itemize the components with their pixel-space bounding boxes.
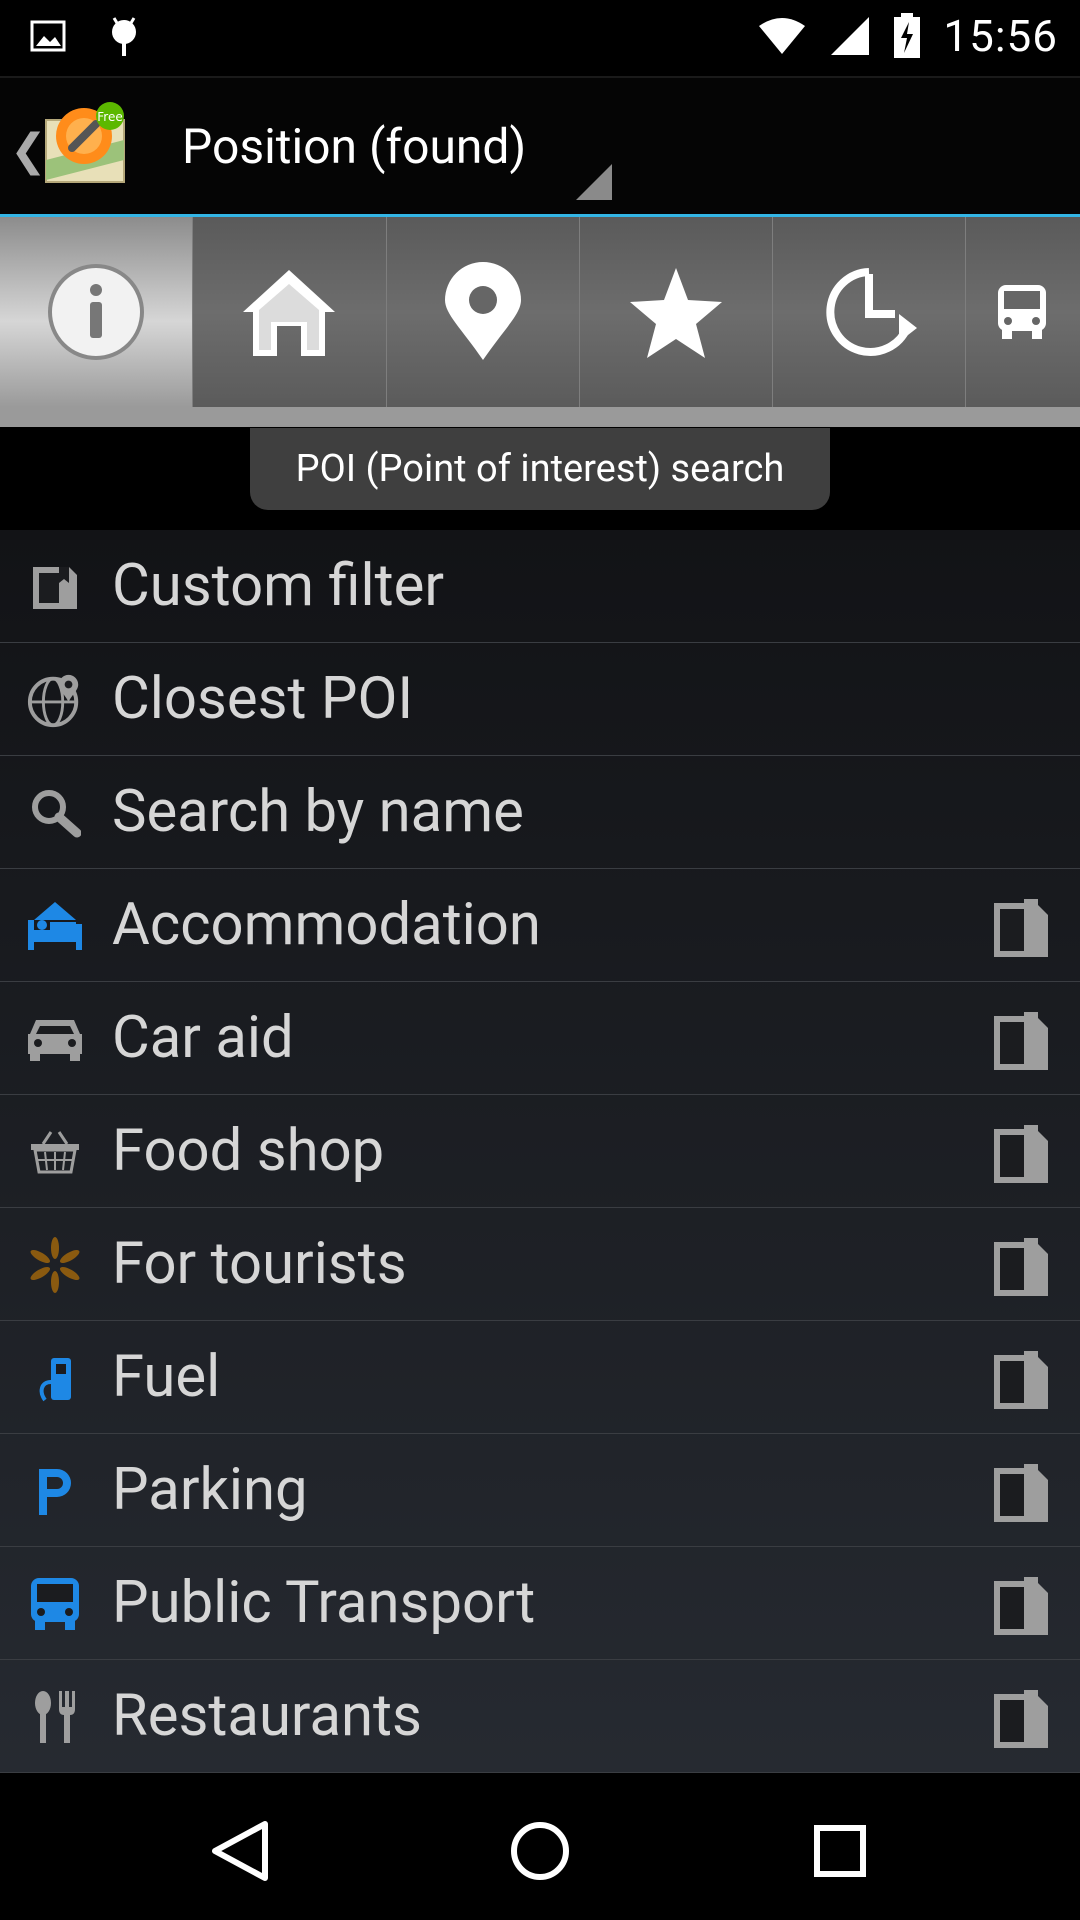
back-chevron-icon[interactable]: ❮ [10, 124, 47, 176]
globe-pin-icon [26, 671, 84, 729]
list-item-label: Restaurants [112, 1682, 422, 1750]
bookmark-icon[interactable] [992, 1575, 1050, 1637]
poi-category-list: Custom filter Closest POI Search by name [0, 530, 1080, 1773]
bookmark-icon[interactable] [992, 1236, 1050, 1298]
search-icon [26, 784, 84, 842]
bookmark-icon[interactable] [992, 1462, 1050, 1524]
bus-icon [26, 1575, 84, 1633]
list-item-restaurants[interactable]: Restaurants [0, 1660, 1080, 1773]
recents-nav-icon[interactable] [805, 1816, 875, 1886]
parking-icon [26, 1462, 84, 1520]
bed-icon [26, 897, 84, 955]
bookmark-icon[interactable] [992, 1123, 1050, 1185]
list-item-parking[interactable]: Parking [0, 1434, 1080, 1547]
info-icon [48, 264, 145, 360]
android-debug-icon [112, 17, 136, 56]
toolbar [0, 217, 1080, 427]
dropdown-corner-icon[interactable] [576, 164, 612, 200]
list-item-label: Accommodation [112, 891, 541, 959]
image-notification-icon [30, 20, 66, 52]
bookmark-icon[interactable] [992, 897, 1050, 959]
home-icon [243, 270, 336, 356]
map-pin-icon [444, 262, 521, 360]
history-icon [826, 268, 918, 356]
list-item-food-shop[interactable]: Food shop [0, 1095, 1080, 1208]
page-title[interactable]: Position (found) [182, 118, 526, 175]
list-item-label: Car aid [112, 1004, 294, 1072]
list-item-label: Closest POI [112, 665, 414, 733]
home-button[interactable] [193, 217, 387, 407]
fuel-icon [26, 1349, 84, 1407]
bookmark-icon[interactable] [992, 1688, 1050, 1750]
tooltip: POI (Point of interest) search [250, 428, 830, 510]
bookmark-icon[interactable] [992, 1349, 1050, 1411]
list-item-closest-poi[interactable]: Closest POI [0, 643, 1080, 756]
car-icon [26, 1010, 84, 1068]
list-item-accommodation[interactable]: Accommodation [0, 869, 1080, 982]
fork-spoon-icon [26, 1688, 84, 1746]
list-item-for-tourists[interactable]: For tourists [0, 1208, 1080, 1321]
list-item-label: Public Transport [112, 1569, 536, 1637]
svg-text:Free: Free [97, 110, 122, 124]
list-item-car-aid[interactable]: Car aid [0, 982, 1080, 1095]
star-icon [629, 268, 722, 358]
map-pin-button[interactable] [387, 217, 580, 407]
info-button[interactable] [0, 217, 194, 407]
list-item-label: Parking [112, 1456, 308, 1524]
favorites-button[interactable] [580, 217, 774, 407]
bus-icon [998, 285, 1047, 339]
list-item-public-transport[interactable]: Public Transport [0, 1547, 1080, 1660]
action-bar: ❮ Free Position (found) [0, 76, 1080, 219]
asterisk-icon [26, 1236, 84, 1294]
signal-icon [831, 17, 870, 55]
battery-charging-icon [894, 13, 921, 58]
list-item-search-by-name[interactable]: Search by name [0, 756, 1080, 869]
home-nav-icon[interactable] [505, 1816, 575, 1886]
bookmark-icon[interactable] [992, 1010, 1050, 1072]
custom-filter-icon [26, 558, 84, 616]
back-nav-icon[interactable] [205, 1816, 275, 1886]
basket-icon [26, 1123, 84, 1181]
list-item-label: For tourists [112, 1230, 407, 1298]
list-item-label: Search by name [112, 778, 524, 846]
list-item-label: Custom filter [112, 552, 445, 620]
history-button[interactable] [773, 217, 967, 407]
transport-button[interactable] [966, 217, 1080, 407]
wifi-icon [759, 18, 806, 54]
status-bar: 15:56 [0, 0, 1080, 76]
app-logo[interactable]: Free [44, 100, 128, 184]
list-item-custom-filter[interactable]: Custom filter [0, 530, 1080, 643]
status-time: 15:56 [943, 10, 1058, 62]
list-item-fuel[interactable]: Fuel [0, 1321, 1080, 1434]
list-item-label: Fuel [112, 1343, 221, 1411]
list-item-label: Food shop [112, 1117, 385, 1185]
navigation-bar [0, 1776, 1080, 1920]
toolbar-divider [0, 407, 1080, 427]
